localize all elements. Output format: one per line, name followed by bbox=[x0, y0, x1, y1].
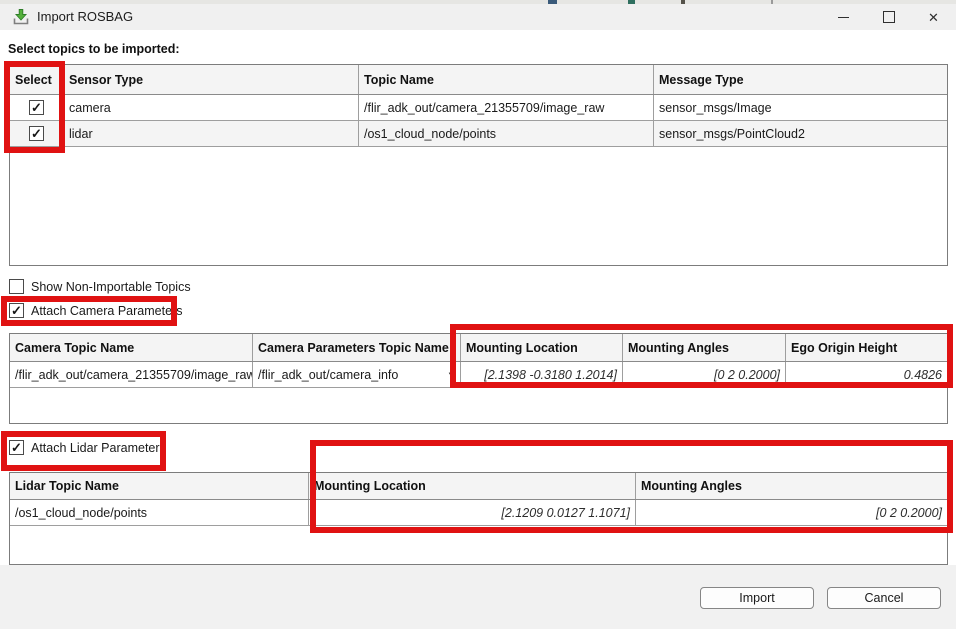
col-header-camera-topic: Camera Topic Name bbox=[10, 334, 253, 361]
col-header-topic-name: Topic Name bbox=[359, 65, 654, 94]
import-rosbag-icon bbox=[12, 8, 30, 26]
show-non-importable-label: Show Non-Importable Topics bbox=[31, 280, 191, 294]
table-row-lidar: ✓ lidar /os1_cloud_node/points sensor_ms… bbox=[10, 121, 947, 147]
import-button[interactable]: Import bbox=[700, 587, 814, 609]
cell-select-lidar: ✓ bbox=[10, 121, 64, 146]
cell-topic-name: /flir_adk_out/camera_21355709/image_raw bbox=[359, 95, 654, 120]
cell-camera-mounting-location[interactable]: [2.1398 -0.3180 1.2014] bbox=[461, 362, 623, 387]
maximize-button[interactable] bbox=[866, 4, 911, 30]
cell-lidar-mounting-location[interactable]: [2.1209 0.0127 1.1071] bbox=[309, 500, 636, 525]
col-header-mounting-angles: Mounting Angles bbox=[636, 473, 947, 499]
lidar-parameters-table: Lidar Topic Name Mounting Location Mount… bbox=[9, 472, 948, 565]
attach-camera-row: ✓ Attach Camera Parameters bbox=[9, 303, 182, 318]
window-title: Import ROSBAG bbox=[37, 4, 133, 30]
chevron-down-icon: ▼ bbox=[447, 371, 455, 379]
col-header-mounting-location: Mounting Location bbox=[461, 334, 623, 361]
topics-table-header-row: Select Sensor Type Topic Name Message Ty… bbox=[10, 65, 947, 95]
col-header-mounting-location: Mounting Location bbox=[309, 473, 636, 499]
camera-select-checkbox[interactable]: ✓ bbox=[29, 100, 44, 115]
minimize-button[interactable] bbox=[821, 4, 866, 30]
title-bar: Import ROSBAG ✕ bbox=[0, 4, 956, 30]
cell-camera-topic: /flir_adk_out/camera_21355709/image_raw bbox=[10, 362, 253, 387]
camera-table-header-row: Camera Topic Name Camera Parameters Topi… bbox=[10, 334, 947, 362]
cell-message-type: sensor_msgs/Image bbox=[654, 95, 947, 120]
col-header-mounting-angles: Mounting Angles bbox=[623, 334, 786, 361]
topics-table: Select Sensor Type Topic Name Message Ty… bbox=[9, 64, 948, 266]
col-header-ego-origin-height: Ego Origin Height bbox=[786, 334, 947, 361]
camera-table-row: /flir_adk_out/camera_21355709/image_raw … bbox=[10, 362, 947, 388]
lidar-table-header-row: Lidar Topic Name Mounting Location Mount… bbox=[10, 473, 947, 500]
cell-sensor-type: camera bbox=[64, 95, 359, 120]
camera-parameters-table: Camera Topic Name Camera Parameters Topi… bbox=[9, 333, 948, 424]
cell-camera-mounting-angles[interactable]: [0 2 0.2000] bbox=[623, 362, 786, 387]
show-non-importable-row: Show Non-Importable Topics bbox=[9, 279, 191, 294]
instruction-label: Select topics to be imported: bbox=[8, 42, 180, 56]
cell-select-camera: ✓ bbox=[10, 95, 64, 120]
cell-topic-name: /os1_cloud_node/points bbox=[359, 121, 654, 146]
attach-lidar-row: ✓ Attach Lidar Parameters bbox=[9, 440, 166, 455]
col-header-message-type: Message Type bbox=[654, 65, 947, 94]
checkmark-icon: ✓ bbox=[31, 127, 42, 140]
cell-lidar-mounting-angles[interactable]: [0 2 0.2000] bbox=[636, 500, 947, 525]
checkmark-icon: ✓ bbox=[11, 304, 22, 317]
camera-params-topic-dropdown[interactable]: /flir_adk_out/camera_info ▼ bbox=[253, 362, 461, 387]
cell-lidar-topic: /os1_cloud_node/points bbox=[10, 500, 309, 525]
attach-lidar-label: Attach Lidar Parameters bbox=[31, 441, 166, 455]
col-header-select: Select bbox=[10, 65, 64, 94]
cell-sensor-type: lidar bbox=[64, 121, 359, 146]
cancel-button[interactable]: Cancel bbox=[827, 587, 941, 609]
lidar-table-row: /os1_cloud_node/points [2.1209 0.0127 1.… bbox=[10, 500, 947, 526]
minimize-icon bbox=[838, 17, 849, 18]
attach-lidar-checkbox[interactable]: ✓ bbox=[9, 440, 24, 455]
col-header-sensor-type: Sensor Type bbox=[64, 65, 359, 94]
close-button[interactable]: ✕ bbox=[911, 4, 956, 30]
table-row-camera: ✓ camera /flir_adk_out/camera_21355709/i… bbox=[10, 95, 947, 121]
cell-ego-origin-height[interactable]: 0.4826 bbox=[786, 362, 947, 387]
checkmark-icon: ✓ bbox=[31, 101, 42, 114]
dropdown-value: /flir_adk_out/camera_info bbox=[258, 368, 398, 382]
show-non-importable-checkbox[interactable] bbox=[9, 279, 24, 294]
col-header-camera-params-topic: Camera Parameters Topic Name bbox=[253, 334, 461, 361]
attach-camera-checkbox[interactable]: ✓ bbox=[9, 303, 24, 318]
attach-camera-label: Attach Camera Parameters bbox=[31, 304, 182, 318]
checkmark-icon: ✓ bbox=[11, 441, 22, 454]
col-header-lidar-topic: Lidar Topic Name bbox=[10, 473, 309, 499]
close-icon: ✕ bbox=[928, 11, 939, 24]
maximize-icon bbox=[883, 11, 895, 23]
cell-message-type: sensor_msgs/PointCloud2 bbox=[654, 121, 947, 146]
lidar-select-checkbox[interactable]: ✓ bbox=[29, 126, 44, 141]
